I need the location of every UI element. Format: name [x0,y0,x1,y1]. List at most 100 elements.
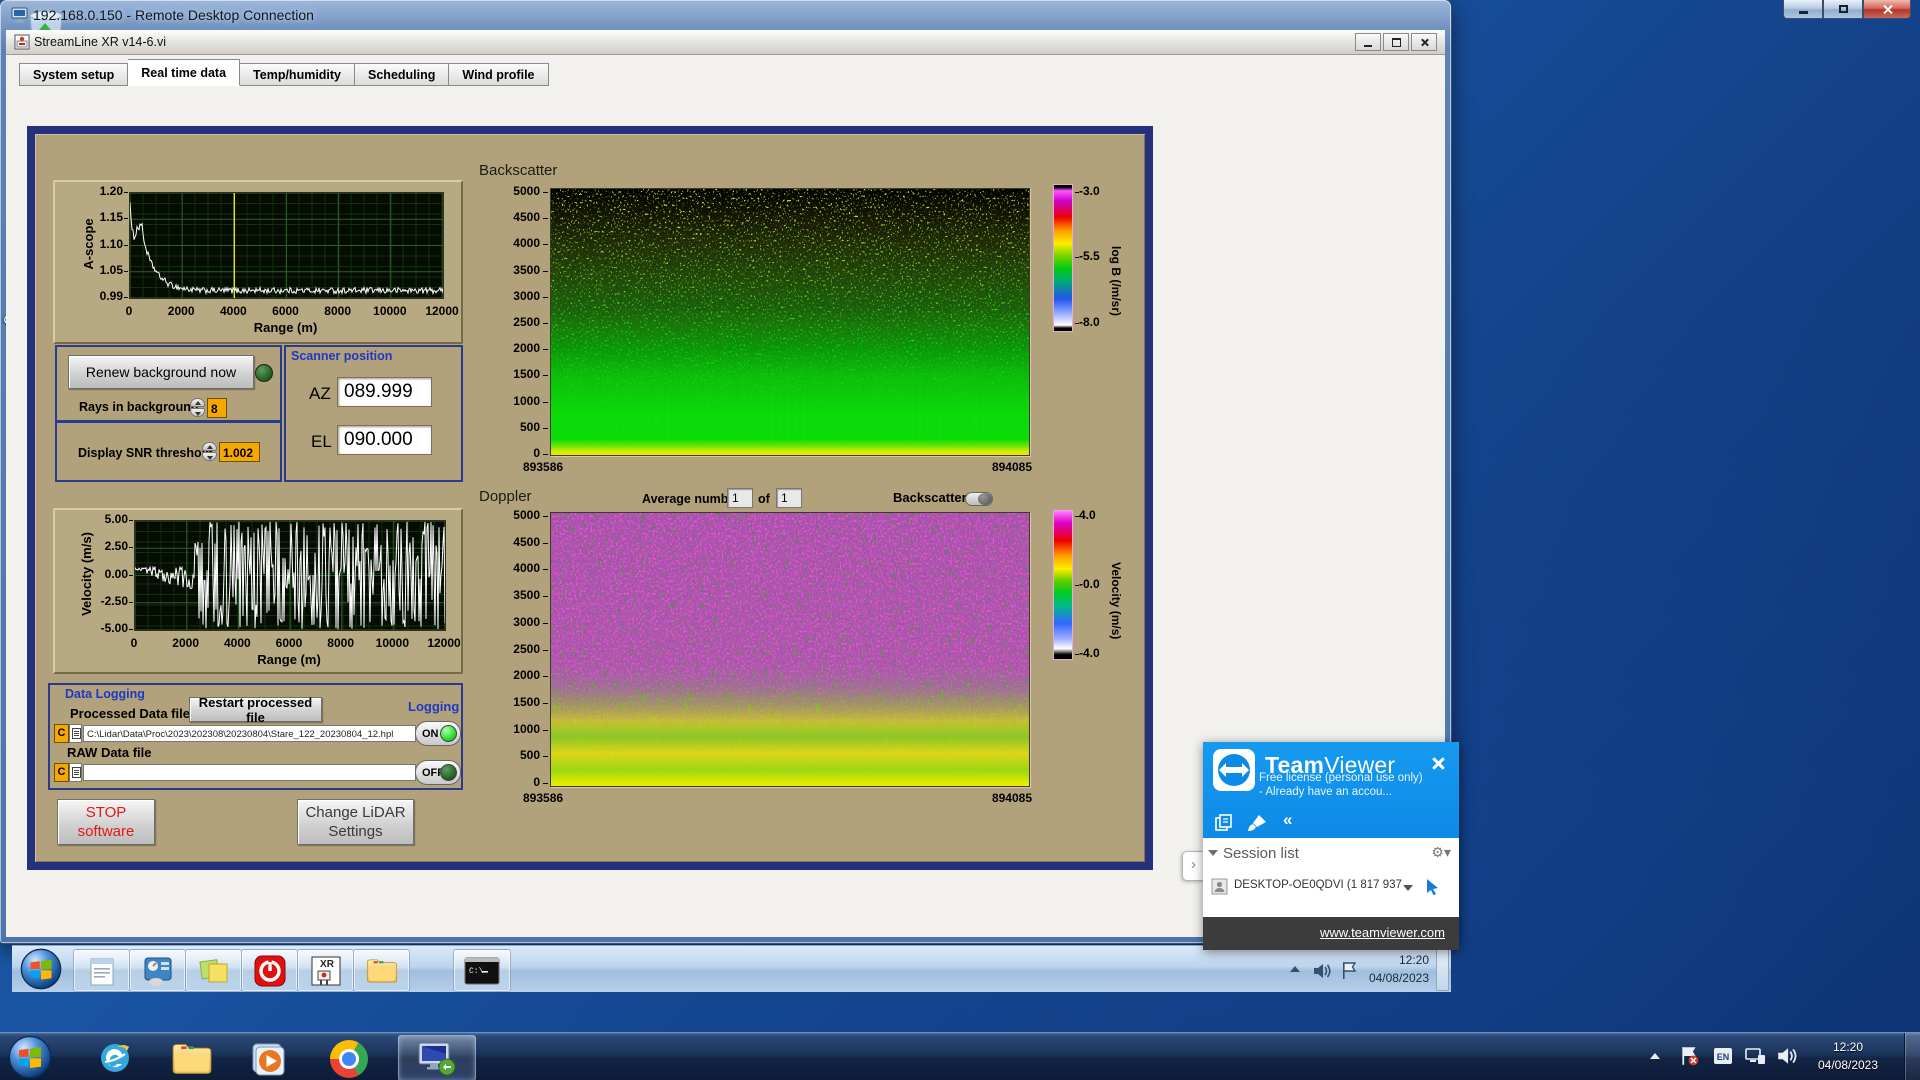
spinner-down-icon[interactable] [190,408,205,417]
tick-dash [543,729,548,731]
session-dropdown-icon[interactable] [1403,885,1413,891]
axis-tick: 893586 [523,460,564,474]
remote-taskbar-notepad-button[interactable] [73,949,130,992]
taskbar-wmp-button[interactable] [250,1041,286,1080]
stop-software-button[interactable]: STOP software [57,799,155,845]
ascope-plot-area[interactable] [129,192,444,299]
tab-wind-profile[interactable]: Wind profile [449,63,549,86]
tick-dash [543,516,548,517]
maximize-button[interactable] [1823,0,1863,19]
axis-tick: 2.50 [104,539,128,554]
teamviewer-sessions-icon[interactable] [1215,814,1233,832]
tray-network-icon[interactable] [1744,1045,1766,1067]
lv-maximize-button[interactable] [1383,33,1409,51]
raw-browse-icon[interactable] [69,763,82,782]
teamviewer-brush-icon[interactable] [1247,814,1267,832]
restart-processed-file-button[interactable]: Restart processed file [189,695,322,725]
tray-action-center-flag-icon[interactable] [1678,1045,1700,1067]
teamviewer-expand-chevron[interactable]: › [1182,851,1204,881]
spinner-up-icon[interactable] [190,398,205,407]
of-count-field[interactable]: 1 [776,488,802,508]
tab-system-setup[interactable]: System setup [19,63,129,86]
rays-spinner[interactable] [190,398,205,418]
start-button[interactable] [8,1035,52,1079]
rays-value-field[interactable]: 8 [207,398,227,418]
doppler-plot[interactable] [550,512,1030,787]
teamviewer-panel: TeamViewer Free license (personal use on… [1203,742,1459,950]
taskbar-explorer-button[interactable] [170,1041,214,1080]
backscatter-plot[interactable] [550,188,1030,456]
backscatter-toggle-label: Backscatter [893,490,967,505]
remote-taskbar-streamline-button[interactable]: XR [297,949,354,992]
tick-dash [543,756,548,758]
tray-expand-icon[interactable] [1644,1049,1666,1071]
axis-tick: 0.99 [99,289,123,303]
processed-logging-on-button[interactable]: ON [415,721,461,746]
tray-volume-icon[interactable] [1776,1045,1798,1067]
teamviewer-session-header[interactable]: Session list ⚙▾ [1203,838,1459,870]
processed-browse-icon[interactable] [69,724,82,743]
tray-language-icon[interactable]: EN [1712,1045,1734,1067]
remote-show-desktop-button[interactable] [1436,948,1449,991]
remote-taskbar: XR C:\ 12:20 04/08/2023 [12,945,1451,992]
stop-app-icon [254,955,285,986]
remote-start-button[interactable] [20,948,62,990]
remote-taskbar-cmd-button[interactable]: C:\ [453,949,511,992]
tab-scheduling[interactable]: Scheduling [355,63,450,86]
lv-minimize-button[interactable] [1355,33,1381,51]
average-number-field[interactable]: 1 [727,488,753,508]
teamviewer-collapse-icon[interactable]: « [1283,810,1292,830]
taskbar: EN 12:20 04/08/2023 [0,1032,1920,1080]
clock-time: 12:20 [1832,1040,1864,1054]
change-lidar-settings-button[interactable]: Change LiDAR Settings [297,799,414,845]
snr-value-field[interactable]: 1.002 [219,442,260,462]
remote-clock[interactable]: 12:20 04/08/2023 [1339,951,1429,987]
taskbar-clock[interactable]: 12:20 04/08/2023 [1798,1038,1898,1074]
session-settings-gear-icon[interactable]: ⚙▾ [1431,844,1451,861]
show-desktop-button[interactable] [1904,1033,1920,1080]
raw-logging-off-button[interactable]: OFF [415,760,461,785]
remote-taskbar-explorer-button[interactable] [353,949,410,992]
desktop: Recycle Bin BL-View Google Chrome MW41 W… [0,0,1920,1080]
rdp-window-icon [11,7,28,23]
labview-title-bar[interactable]: StreamLine XR v14-6.vi [6,30,1445,55]
taskbar-chrome-button[interactable] [330,1040,368,1078]
teamviewer-close-icon[interactable] [1431,756,1445,770]
taskbar-ie-button[interactable] [96,1039,134,1080]
session-connect-cursor-icon[interactable] [1425,878,1440,896]
axis-tick: 10000 [373,304,407,318]
rdp-title-bar[interactable]: 192.168.0.150 - Remote Desktop Connectio… [0,0,1920,30]
tab-real-time-data[interactable]: Real time data [128,59,241,86]
clock-date: 04/08/2023 [1817,1058,1879,1072]
axis-tick: 4.0 [1079,508,1096,522]
snr-spinner[interactable] [202,442,217,462]
section-collapse-caret-icon[interactable] [1208,850,1218,856]
tick-dash [1075,516,1079,517]
taskbar-rdp-button-active[interactable] [398,1035,476,1080]
teamviewer-session-row[interactable]: DESKTOP-OE0QDVI (1 817 937 [1203,870,1459,916]
processed-path-field[interactable]: C:\Lidar\Data\Proc\2023\202308\20230804\… [83,725,416,742]
control-panel-icon [144,957,171,986]
el-value-field[interactable]: 090.000 [337,425,432,455]
raw-path-field[interactable] [83,764,416,781]
remote-volume-icon[interactable] [1312,962,1332,980]
remote-taskbar-control-button[interactable] [129,949,186,992]
remote-taskbar-stop-button[interactable] [241,949,298,992]
remote-taskbar-stickynotes-button[interactable] [185,949,242,992]
minimize-button[interactable] [1783,0,1823,19]
backscatter-toggle-switch[interactable] [965,492,993,506]
spinner-up-icon[interactable] [202,442,217,451]
remote-tray-expand-icon[interactable] [1290,966,1300,972]
velocity-plot-area[interactable] [134,520,446,631]
close-button[interactable] [1863,0,1911,19]
raw-drive-box[interactable]: C [54,763,69,782]
lv-close-button[interactable] [1411,33,1437,51]
windows-start-icon [20,948,62,990]
teamviewer-website-link[interactable]: www.teamviewer.com [1320,925,1445,940]
spinner-down-icon[interactable] [202,452,217,461]
snr-box: Display SNR threshold 1.002 [55,421,282,482]
renew-background-button[interactable]: Renew background now [68,355,254,389]
processed-drive-box[interactable]: C [54,724,69,743]
az-value-field[interactable]: 089.999 [337,377,432,407]
tab-temp-humidity[interactable]: Temp/humidity [240,63,356,86]
